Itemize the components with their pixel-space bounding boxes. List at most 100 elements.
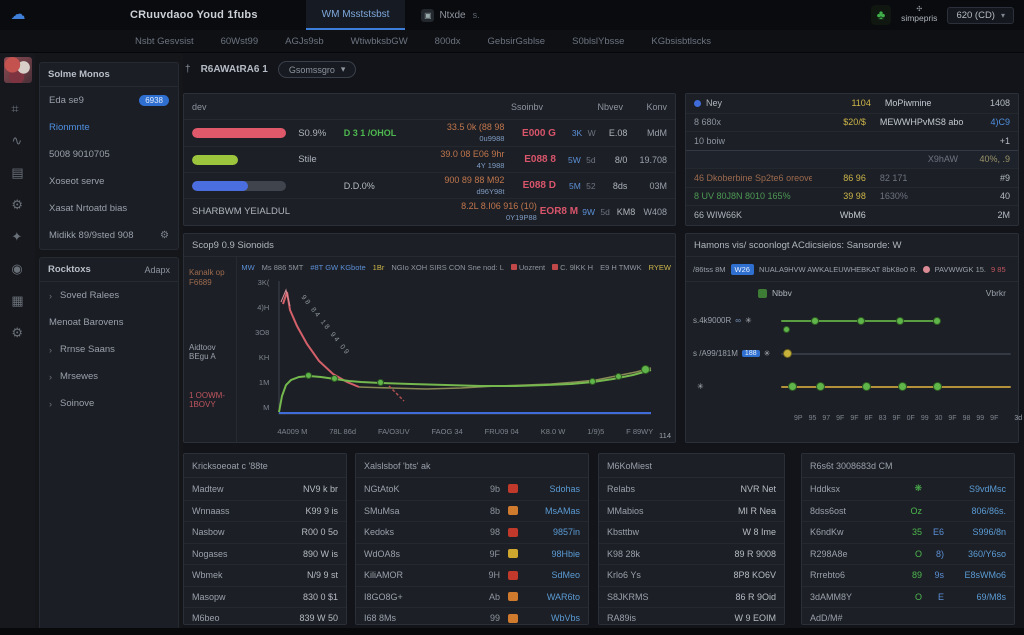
list-item[interactable]: Relabs NVR Net — [599, 478, 784, 500]
alert-row[interactable]: I8GO8G+ Ab WAR6to — [356, 586, 588, 608]
tab-secondary[interactable]: ▣ Ntxde s. — [405, 0, 495, 30]
alert-link[interactable]: 98Hbie — [518, 549, 580, 559]
resource-row[interactable]: AdD/M# — [802, 607, 1014, 629]
plant-icon[interactable]: ♣ — [871, 5, 891, 25]
alert-link[interactable]: WbVbs — [518, 613, 580, 623]
timeline-dot[interactable] — [857, 317, 865, 325]
list-item[interactable]: Nogases 890 W is — [184, 543, 346, 565]
nav-item[interactable]: S0blslYbsse — [572, 36, 624, 47]
sidebar-item[interactable]: 5008 9010705 — [40, 141, 178, 168]
list-item[interactable]: Krlo6 Ys 8P8 KO6V — [599, 564, 784, 586]
list-item[interactable]: Kbsttbw W 8 Ime — [599, 521, 784, 543]
alert-row[interactable]: KiliAMOR 9H SdMeo — [356, 564, 588, 586]
resource-row[interactable]: K6ndKw 35 E6 S996/8n — [802, 521, 1014, 543]
timeline-dot[interactable] — [816, 382, 825, 391]
timeline-legend-right[interactable]: Vbrkr — [986, 288, 1006, 298]
alert-link[interactable]: MsAMas — [518, 506, 580, 516]
resource-row[interactable]: Rrrebto6 89 9s E8sWMo6 — [802, 564, 1014, 586]
resource-link[interactable]: E8sWMo6 — [944, 570, 1006, 580]
sidebar-section-item[interactable]: › Rrnse Saans — [40, 336, 178, 363]
host-row[interactable]: X9hAW 40%, .9 — [686, 150, 1018, 169]
alert-link[interactable]: 9857in — [518, 527, 580, 537]
legend-item[interactable]: MW — [241, 263, 254, 272]
legend-item[interactable]: #8T GW KGbote — [310, 263, 365, 272]
timeline-row[interactable]: s.4k9000R ∞ ✳ — [686, 304, 1018, 337]
resource-link[interactable]: S9vdMsc — [944, 484, 1006, 494]
activity-icon[interactable]: ∿ — [11, 134, 23, 147]
resource-link[interactable]: 360/Y6so — [944, 549, 1006, 559]
legend-item[interactable]: Uozrent — [511, 263, 545, 272]
globe-icon[interactable]: ◉ — [11, 262, 23, 275]
timeline-dot[interactable] — [898, 382, 907, 391]
legend-item[interactable]: E9 H TMWK — [600, 263, 642, 272]
legend-item[interactable]: C. 9lKK H — [552, 263, 593, 272]
account-dropdown[interactable]: 620 (CD) ▾ — [947, 7, 1014, 24]
list-item[interactable]: Wnnaass K99 9 is — [184, 500, 346, 522]
timeline-row[interactable]: ✳ — [686, 370, 1018, 403]
alert-link[interactable]: SdMeo — [518, 570, 580, 580]
metric-row[interactable]: Stile 39.0 08 E06 9hr 4Y 1988 E088 8 5W … — [184, 146, 675, 172]
sidebar-item[interactable]: Xoseot serve — [40, 168, 178, 195]
resource-link[interactable]: 806/86s. — [944, 506, 1006, 516]
timeline-dot[interactable] — [788, 382, 797, 391]
timeline-dot[interactable] — [862, 382, 871, 391]
sidebar-section-item[interactable]: › Soved Ralees — [40, 282, 178, 309]
legend-item[interactable]: NGIo XOH SIRS CON Sne nod: L — [391, 263, 504, 272]
legend-item[interactable]: RYEW — [649, 263, 671, 272]
apps-icon[interactable]: ▦ — [11, 294, 23, 307]
user-avatar[interactable] — [4, 57, 32, 83]
tab-active[interactable]: WM Msststsbst — [306, 0, 406, 30]
nav-item[interactable]: WtiwbksbGW — [351, 36, 408, 47]
host-row[interactable]: 8 680x $20/$ MEWWHPvMS8 abok 4)C9 — [686, 113, 1018, 132]
grid-icon[interactable]: ⌗ — [11, 102, 23, 115]
alert-link[interactable]: WAR6to — [518, 592, 580, 602]
nav-item[interactable]: Nsbt Gesvsist — [135, 36, 194, 47]
timeline-dot[interactable] — [933, 317, 941, 325]
sidebar-section-item[interactable]: › Soinove — [40, 390, 178, 417]
sidebar-card2-action[interactable]: Adapx — [144, 265, 170, 275]
sidebar-section-item[interactable]: › Mrsewes — [40, 363, 178, 390]
sidebar-section-item[interactable]: Menoat Barovens — [40, 309, 178, 336]
metric-row[interactable]: S0.9% D 3 1 /OHOL 33.5 0k (88 98 0u9988 … — [184, 120, 675, 146]
resource-row[interactable]: 8dss6ost Oz 806/86s. — [802, 500, 1014, 522]
host-row[interactable]: 10 boiw +1 — [686, 131, 1018, 150]
alert-row[interactable]: SMuMsa 8b MsAMas — [356, 500, 588, 522]
nav-item[interactable]: AGJs9sb — [285, 36, 324, 47]
resource-row[interactable]: 3dAMM8Y O E 69/M8s — [802, 586, 1014, 608]
sidebar-item[interactable]: Rionmnte — [40, 114, 178, 141]
legend-item[interactable]: Ms 886 5MT — [262, 263, 304, 272]
list-item[interactable]: Nasbow R00 0 5o — [184, 521, 346, 543]
list-item[interactable]: S8JKRMS 86 R 9Oid — [599, 586, 784, 608]
host-row[interactable]: 66 WIW66K WbM6 2M — [686, 205, 1018, 224]
filter-badge[interactable]: W26 — [731, 264, 754, 275]
sidebar-item[interactable]: Xasat Nrtoatd bias — [40, 195, 178, 222]
host-row[interactable]: Ney 1104 MoPiwmine 1408 — [686, 94, 1018, 113]
list-item[interactable]: Wbmek N/9 9 st — [184, 564, 346, 586]
host-row[interactable]: 8 UV 80J8N 8010 165% 39 98 1630% 40 — [686, 187, 1018, 206]
list-item[interactable]: RA89is W 9 EOIM — [599, 607, 784, 629]
alert-row[interactable]: I68 8Ms 99 WbVbs — [356, 607, 588, 629]
resource-link[interactable]: S996/8n — [944, 527, 1006, 537]
timeline-row[interactable]: s /A99/181M 188 ✳ — [686, 337, 1018, 370]
alert-row[interactable]: WdOA8s 9F 98Hbie — [356, 543, 588, 565]
nav-item[interactable]: KGbsisbtlscks — [651, 36, 711, 47]
alert-row[interactable]: NGtAtoK 9b Sdohas — [356, 478, 588, 500]
list-item[interactable]: Masopw 830 0 $1 — [184, 586, 346, 608]
timeline-dot[interactable] — [933, 382, 942, 391]
timeline-dot[interactable] — [811, 317, 819, 325]
sidebar-item[interactable]: Eda se9 6938 — [40, 87, 178, 114]
list-item[interactable]: Madtew NV9 k br — [184, 478, 346, 500]
list-item[interactable]: MMabios MI R Nea — [599, 500, 784, 522]
host-row[interactable]: 46 Dkoberbine Sp2te6 oreove 86 96 82 171… — [686, 168, 1018, 187]
resource-link[interactable]: 69/M8s — [944, 592, 1006, 602]
timeline-legend-left[interactable]: Nbbv — [772, 288, 792, 298]
resource-row[interactable]: R298A8e O 8) 360/Y6so — [802, 543, 1014, 565]
timeline-dot[interactable] — [896, 317, 904, 325]
timeline-dot[interactable] — [783, 349, 792, 358]
legend-item[interactable]: 1Br — [373, 263, 385, 272]
list-item[interactable]: M6beo 839 W 50 — [184, 607, 346, 629]
status-widget[interactable]: ✣ simpepris — [901, 6, 937, 23]
list-item[interactable]: K98 28k 89 R 9008 — [599, 543, 784, 565]
alert-link[interactable]: Sdohas — [518, 484, 580, 494]
timeline-dot[interactable] — [783, 326, 790, 333]
